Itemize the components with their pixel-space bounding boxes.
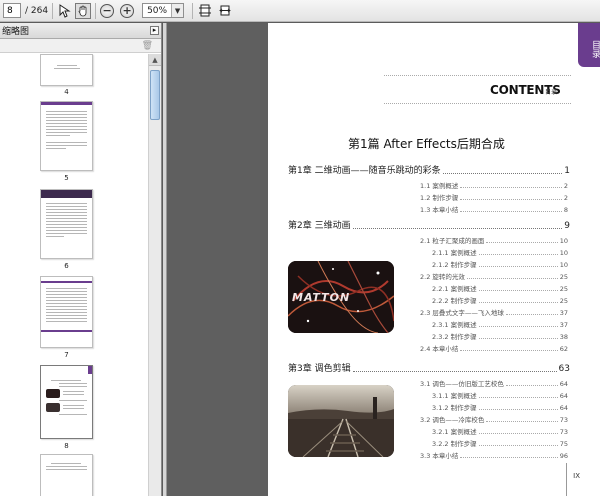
toc-chapter[interactable]: 第1章 二维动画——随音乐跳动的彩条 1 [288, 163, 570, 176]
toc-section[interactable]: 3.2 调色——冷库校色 73 [420, 414, 568, 424]
toc-section[interactable]: 2.1 粒子汇聚成的画面 10 [420, 235, 568, 245]
page-total-label: / 264 [25, 5, 49, 16]
thumbnail-page-current[interactable] [40, 365, 93, 439]
panel-splitter[interactable] [163, 23, 167, 496]
zoom-in-icon[interactable]: + [120, 3, 135, 18]
section-tab: 目录 [578, 23, 600, 67]
document-viewer[interactable]: 目录 CONTENTS 目录 第1篇 After Effects后期合成 第1章… [163, 23, 600, 496]
page-number: IX [573, 472, 580, 480]
toc-subsection[interactable]: 2.2.2 制作步骤 25 [432, 295, 568, 305]
toc-section[interactable]: 2.2 旋转的光效 25 [420, 271, 568, 281]
thumbnail-label: 4 [64, 88, 69, 96]
zoom-value: 50% [147, 5, 168, 16]
toc-subsection[interactable]: 2.2.1 案例概述 25 [432, 283, 568, 293]
toc-subsection[interactable]: 3.2.1 案例概述 73 [432, 426, 568, 436]
thumbnail-label: 5 [64, 174, 69, 182]
thumbnail-page[interactable] [40, 101, 93, 171]
toolbar-separator [192, 2, 194, 19]
panel-header: 缩略图 ▸ [0, 23, 161, 39]
thumbnail-list: 4 5 6 7 8 [0, 54, 148, 496]
contents-rule-top [384, 75, 571, 76]
toc-subsection[interactable]: 3.1.1 案例概述 64 [432, 390, 568, 400]
thumbnail-page[interactable] [40, 276, 93, 348]
toc-section[interactable]: 3.3 本章小结 96 [420, 450, 568, 460]
trash-icon[interactable]: 🗑 [142, 41, 153, 51]
contents-subtitle: 目录 [545, 89, 558, 96]
thumbnail-label: 6 [64, 262, 69, 270]
toolbar: / 264 − + 50% ▼ [0, 0, 600, 22]
chapter3-image [288, 385, 394, 457]
fit-width-icon[interactable] [217, 3, 233, 19]
page-number-input[interactable] [3, 3, 21, 18]
toc-chapter[interactable]: 第2章 三维动画 9 [288, 218, 570, 231]
toc-section[interactable]: 1.2 制作步骤 2 [420, 192, 568, 202]
thumbnail-page[interactable] [40, 454, 93, 496]
thumbnail-label: 7 [64, 351, 69, 359]
toc-section[interactable]: 2.4 本章小结 62 [420, 343, 568, 353]
select-tool-icon[interactable] [57, 3, 73, 19]
toolbar-separator [52, 2, 54, 19]
thumbnails-panel: 缩略图 ▸ 🗑 4 5 6 7 8 ▲ [0, 23, 162, 496]
toc-subsection[interactable]: 2.3.1 案例概述 37 [432, 319, 568, 329]
zoom-out-icon[interactable]: − [100, 3, 115, 18]
panel-collapse-icon[interactable]: ▸ [150, 26, 159, 35]
toc-subsection[interactable]: 3.1.2 制作步骤 64 [432, 402, 568, 412]
image-caption-text: MATTON [292, 291, 351, 304]
contents-rule-bottom [384, 103, 571, 104]
panel-title: 缩略图 [2, 27, 30, 37]
toc-subsection[interactable]: 2.1.1 案例概述 10 [432, 247, 568, 257]
toc-subsection[interactable]: 2.3.2 制作步骤 38 [432, 331, 568, 341]
toc-section[interactable]: 1.3 本章小结 8 [420, 204, 568, 214]
thumbnail-page[interactable] [40, 54, 93, 86]
chapter2-image: MATTON [288, 261, 394, 333]
toc-section[interactable]: 1.1 案例概述 2 [420, 180, 568, 190]
fit-page-icon[interactable] [197, 3, 213, 19]
scrollbar-thumb[interactable] [150, 70, 160, 120]
toc-subsection[interactable]: 3.2.2 制作步骤 75 [432, 438, 568, 448]
page-footer-rule [566, 463, 567, 496]
toc-chapter[interactable]: 第3章 调色剪辑 63 [288, 361, 570, 374]
hand-tool-icon[interactable] [75, 2, 92, 19]
thumbnail-scrollbar[interactable]: ▲ [148, 54, 161, 496]
document-page: 目录 CONTENTS 目录 第1篇 After Effects后期合成 第1章… [268, 23, 600, 496]
chevron-down-icon[interactable]: ▼ [171, 4, 184, 17]
thumbnail-page[interactable] [40, 189, 93, 259]
zoom-select[interactable]: 50% ▼ [142, 3, 185, 18]
thumbnail-label: 8 [64, 442, 69, 450]
part-title: 第1篇 After Effects后期合成 [348, 137, 505, 151]
toc-subsection[interactable]: 2.1.2 制作步骤 10 [432, 259, 568, 269]
panel-tools: 🗑 [0, 39, 161, 53]
toolbar-separator [95, 2, 97, 19]
scroll-up-icon[interactable]: ▲ [149, 54, 161, 66]
toc-section[interactable]: 3.1 调色——仿旧版工艺校色 64 [420, 378, 568, 388]
toc-section[interactable]: 2.3 层叠式文字——飞入地球 37 [420, 307, 568, 317]
